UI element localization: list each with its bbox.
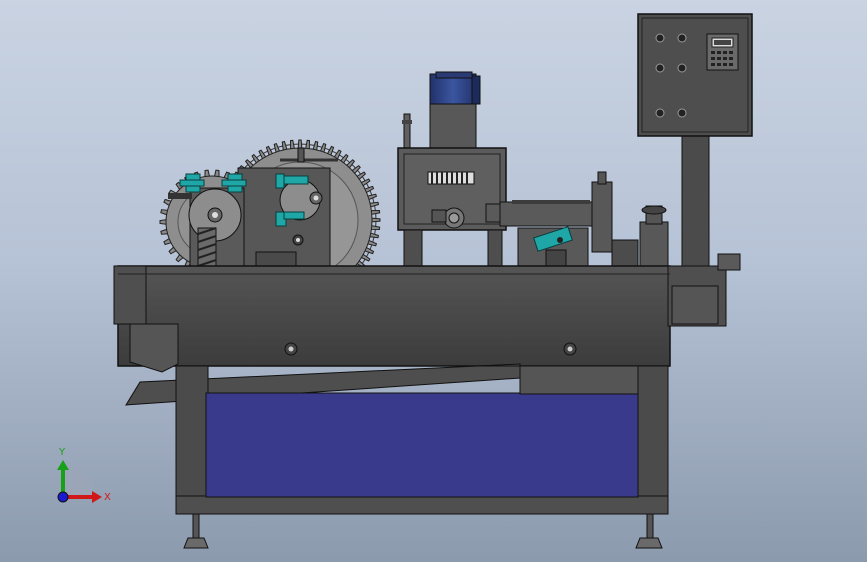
- blue-side-panel: [205, 392, 639, 498]
- axis-triad: Y X: [57, 447, 111, 503]
- cad-viewport[interactable]: Y X: [0, 0, 867, 562]
- drive-motor[interactable]: [402, 71, 481, 151]
- machine-model[interactable]: Y X: [0, 0, 867, 562]
- feed-roller: [197, 227, 217, 269]
- panel-box: [637, 13, 753, 137]
- machine-frame[interactable]: [113, 253, 741, 367]
- leveling-foot-icon: [183, 513, 663, 549]
- axis-y-label: Y: [58, 447, 66, 458]
- controller-display-icon[interactable]: [706, 33, 739, 71]
- axis-x-label: X: [104, 492, 111, 503]
